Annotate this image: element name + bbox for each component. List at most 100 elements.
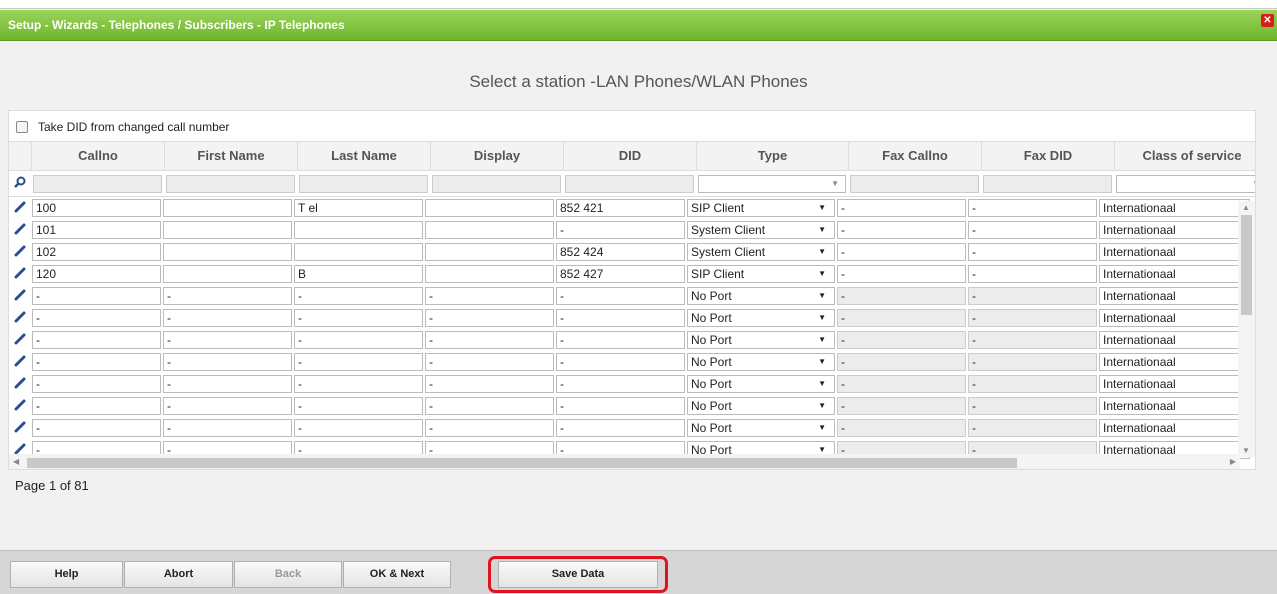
fax-did-cell[interactable]: - xyxy=(968,419,1097,437)
scroll-left-icon[interactable]: ◀ xyxy=(13,457,19,466)
first-name-cell[interactable]: - xyxy=(163,331,292,349)
take-did-checkbox[interactable] xyxy=(16,121,28,133)
last-name-cell[interactable] xyxy=(294,243,423,261)
class-of-service-cell[interactable]: Internationaal xyxy=(1099,199,1250,217)
class-of-service-cell[interactable]: Internationaal xyxy=(1099,397,1250,415)
first-name-cell[interactable]: - xyxy=(163,309,292,327)
filter-did-input[interactable] xyxy=(565,174,694,193)
callno-cell[interactable]: - xyxy=(32,375,161,393)
first-name-cell[interactable]: - xyxy=(163,353,292,371)
column-header-last-name[interactable]: Last Name xyxy=(297,142,430,170)
callno-cell[interactable]: - xyxy=(32,287,161,305)
edit-pencil-icon[interactable] xyxy=(9,201,31,216)
callno-cell[interactable]: 102 xyxy=(32,243,161,261)
fax-callno-cell[interactable]: - xyxy=(837,309,966,327)
display-cell[interactable] xyxy=(425,243,554,261)
table-row[interactable]: 120 B 852 427 SIP Client ▼ - - Internationaal xyxy=(9,263,1255,285)
fax-did-cell[interactable]: - xyxy=(968,397,1097,415)
help-button[interactable]: Help xyxy=(10,561,123,588)
did-cell[interactable]: - xyxy=(556,331,685,349)
did-cell[interactable]: 852 421 xyxy=(556,199,685,217)
first-name-cell[interactable] xyxy=(163,243,292,261)
column-header-fax-callno[interactable]: Fax Callno xyxy=(848,142,981,170)
fax-did-cell[interactable]: - xyxy=(968,287,1097,305)
type-select[interactable]: System Client ▼ xyxy=(687,243,835,261)
scroll-down-icon[interactable]: ▼ xyxy=(1242,446,1250,455)
table-row[interactable]: - - - - - No Port ▼ - - Internationaal xyxy=(9,395,1255,417)
display-cell[interactable]: - xyxy=(425,353,554,371)
fax-callno-cell[interactable]: - xyxy=(837,287,966,305)
type-select[interactable]: SIP Client ▼ xyxy=(687,265,835,283)
last-name-cell[interactable]: - xyxy=(294,375,423,393)
fax-did-cell[interactable]: - xyxy=(968,221,1097,239)
class-of-service-cell[interactable]: Internationaal xyxy=(1099,331,1250,349)
edit-pencil-icon[interactable] xyxy=(9,223,31,238)
type-select[interactable]: No Port ▼ xyxy=(687,419,835,437)
fax-did-cell[interactable]: - xyxy=(968,243,1097,261)
display-cell[interactable]: - xyxy=(425,309,554,327)
horizontal-scrollbar[interactable]: ◀ ▶ xyxy=(9,454,1240,469)
display-cell[interactable] xyxy=(425,221,554,239)
first-name-cell[interactable] xyxy=(163,221,292,239)
fax-did-cell[interactable]: - xyxy=(968,309,1097,327)
first-name-cell[interactable]: - xyxy=(163,375,292,393)
column-header-did[interactable]: DID xyxy=(563,142,696,170)
edit-pencil-icon[interactable] xyxy=(9,289,31,304)
callno-cell[interactable]: - xyxy=(32,419,161,437)
display-cell[interactable]: - xyxy=(425,375,554,393)
filter-class-of-service-input[interactable] xyxy=(1116,174,1255,193)
last-name-cell[interactable]: B xyxy=(294,265,423,283)
type-select[interactable]: No Port ▼ xyxy=(687,375,835,393)
table-row[interactable]: 100 T el 852 421 SIP Client ▼ - - Internationaa… xyxy=(9,197,1255,219)
fax-callno-cell[interactable]: - xyxy=(837,397,966,415)
column-header-callno[interactable]: Callno xyxy=(31,142,164,170)
class-of-service-cell[interactable]: Internationaal xyxy=(1099,243,1250,261)
fax-did-cell[interactable]: - xyxy=(968,331,1097,349)
did-cell[interactable]: - xyxy=(556,287,685,305)
callno-cell[interactable]: 120 xyxy=(32,265,161,283)
ok-next-button[interactable]: OK & Next xyxy=(343,561,451,588)
scroll-up-icon[interactable]: ▲ xyxy=(1242,203,1250,212)
class-of-service-cell[interactable]: Internationaal xyxy=(1099,353,1250,371)
edit-pencil-icon[interactable] xyxy=(9,333,31,348)
back-button[interactable]: Back xyxy=(234,561,342,588)
table-row[interactable]: - - - - - No Port ▼ - - Internationaal xyxy=(9,329,1255,351)
display-cell[interactable]: - xyxy=(425,331,554,349)
did-cell[interactable]: - xyxy=(556,221,685,239)
class-of-service-cell[interactable]: Internationaal xyxy=(1099,265,1250,283)
table-row[interactable]: - - - - - No Port ▼ - - Internationaal xyxy=(9,417,1255,439)
last-name-cell[interactable]: - xyxy=(294,331,423,349)
filter-fax-did-input[interactable] xyxy=(983,174,1112,193)
close-icon[interactable]: ✕ xyxy=(1261,14,1274,27)
class-of-service-cell[interactable]: Internationaal xyxy=(1099,419,1250,437)
first-name-cell[interactable] xyxy=(163,199,292,217)
display-cell[interactable]: - xyxy=(425,287,554,305)
display-cell[interactable] xyxy=(425,199,554,217)
last-name-cell[interactable] xyxy=(294,221,423,239)
did-cell[interactable]: - xyxy=(556,397,685,415)
display-cell[interactable] xyxy=(425,265,554,283)
display-cell[interactable]: - xyxy=(425,419,554,437)
type-select[interactable]: System Client ▼ xyxy=(687,221,835,239)
display-cell[interactable]: - xyxy=(425,397,554,415)
column-header-display[interactable]: Display xyxy=(430,142,563,170)
table-row[interactable]: - - - - - No Port ▼ - - Internationaal xyxy=(9,285,1255,307)
filter-first-name-input[interactable] xyxy=(166,174,295,193)
edit-pencil-icon[interactable] xyxy=(9,421,31,436)
last-name-cell[interactable]: - xyxy=(294,309,423,327)
callno-cell[interactable]: 101 xyxy=(32,221,161,239)
column-header-type[interactable]: Type xyxy=(696,142,848,170)
last-name-cell[interactable]: - xyxy=(294,397,423,415)
type-select[interactable]: No Port ▼ xyxy=(687,331,835,349)
callno-cell[interactable]: - xyxy=(32,353,161,371)
table-row[interactable]: - - - - - No Port ▼ - - Internationaal xyxy=(9,307,1255,329)
horizontal-scroll-thumb[interactable] xyxy=(27,458,1017,468)
first-name-cell[interactable]: - xyxy=(163,419,292,437)
first-name-cell[interactable]: - xyxy=(163,397,292,415)
table-row[interactable]: - - - - - No Port ▼ - - Internationaal xyxy=(9,351,1255,373)
did-cell[interactable]: - xyxy=(556,419,685,437)
last-name-cell[interactable]: - xyxy=(294,287,423,305)
did-cell[interactable]: 852 424 xyxy=(556,243,685,261)
type-select[interactable]: No Port ▼ xyxy=(687,353,835,371)
edit-pencil-icon[interactable] xyxy=(9,267,31,282)
